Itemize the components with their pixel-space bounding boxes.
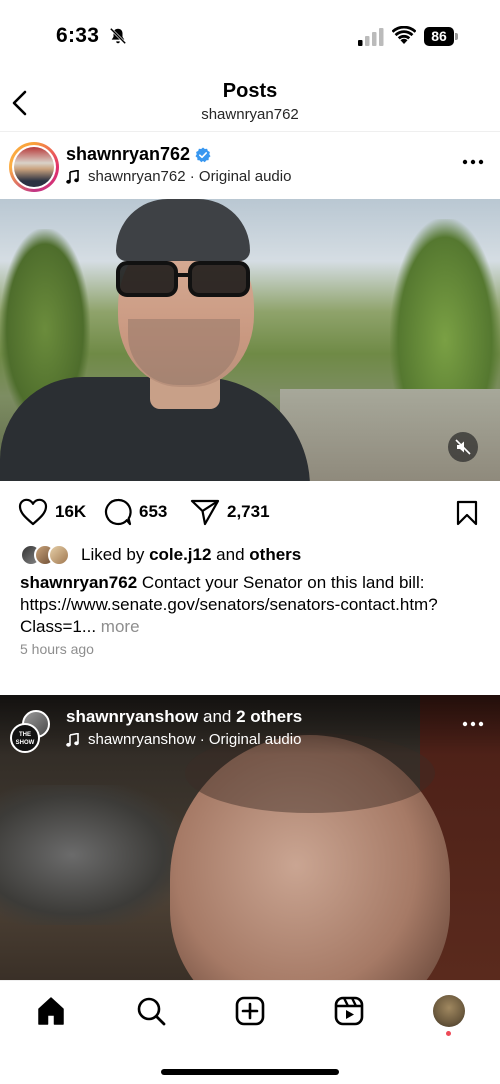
reels-icon[interactable]: [333, 995, 365, 1027]
comment-action[interactable]: 653: [104, 498, 167, 526]
page-title: Posts: [222, 80, 278, 102]
music-note-icon: [66, 169, 79, 184]
page-subtitle: shawnryan762: [201, 106, 299, 123]
bell-off-icon: [109, 27, 127, 45]
status-time: 6:33: [56, 24, 100, 47]
battery-icon: 86: [424, 27, 458, 46]
liked-by-others[interactable]: others: [249, 545, 301, 565]
post-timestamp: 5 hours ago: [20, 641, 94, 657]
post-header: shawnryan762 shawnryan762 · Original aud…: [0, 138, 500, 198]
status-bar: 6:33 86: [0, 0, 500, 74]
likes-count: 16K: [55, 502, 87, 521]
like-action[interactable]: 16K: [18, 498, 86, 526]
liked-by-and: and: [216, 545, 245, 564]
heart-icon[interactable]: [18, 498, 48, 526]
caption-username[interactable]: shawnryan762: [20, 573, 137, 592]
mute-icon: [455, 439, 471, 455]
share-action[interactable]: 2,731: [190, 498, 270, 526]
profile-avatar[interactable]: [433, 995, 465, 1027]
audio-label-2: shawnryanshow · Original audio: [88, 731, 302, 748]
home-indicator: [161, 1069, 339, 1075]
comments-count: 653: [139, 502, 168, 521]
show-avatar[interactable]: THE SHOW: [10, 723, 40, 753]
music-note-icon: [66, 732, 79, 747]
story-ring[interactable]: [9, 142, 59, 192]
more-icon[interactable]: [462, 720, 484, 728]
verified-icon: [195, 147, 211, 162]
shares-count: 2,731: [227, 502, 270, 521]
avatar[interactable]: [12, 145, 56, 189]
post-video[interactable]: [0, 199, 500, 481]
collab-others[interactable]: 2 others: [236, 707, 302, 726]
caption-more-link[interactable]: more: [101, 617, 140, 636]
liked-by-avatars: [20, 544, 74, 566]
search-icon[interactable]: [135, 995, 167, 1027]
collab-and: and: [198, 707, 237, 726]
post-username[interactable]: shawnryan762: [66, 144, 190, 165]
notification-dot: [446, 1031, 451, 1036]
post-header-2: THE SHOW shawnryanshow and 2 others shaw…: [0, 703, 500, 753]
post-caption: shawnryan762 Contact your Senator on thi…: [20, 572, 482, 638]
audio-row[interactable]: shawnryan762 · Original audio: [66, 168, 291, 185]
battery-level: 86: [424, 27, 454, 46]
wifi-icon: [392, 26, 416, 44]
audio-label: shawnryan762 · Original audio: [88, 168, 292, 185]
post-video-2[interactable]: THE SHOW shawnryanshow and 2 others shaw…: [0, 695, 500, 980]
audio-row-2[interactable]: shawnryanshow · Original audio: [66, 731, 301, 748]
tab-bar: [0, 980, 500, 1084]
signal-icon: [358, 28, 384, 46]
post-usernames-2[interactable]: shawnryanshow and 2 others: [66, 707, 302, 727]
mute-button[interactable]: [448, 432, 478, 462]
liked-by-prefix: Liked by: [81, 545, 145, 564]
post-actions: 16K 653 2,731: [0, 496, 500, 532]
nav-header: Posts shawnryan762: [0, 74, 500, 132]
bookmark-icon[interactable]: [456, 500, 478, 526]
home-icon[interactable]: [35, 995, 67, 1027]
liked-by-user[interactable]: cole.j12: [149, 545, 211, 565]
share-icon[interactable]: [190, 498, 220, 526]
liked-by-row[interactable]: Liked by cole.j12 and others: [20, 544, 301, 566]
more-icon[interactable]: [462, 158, 484, 166]
create-icon[interactable]: [234, 995, 266, 1027]
comment-icon[interactable]: [104, 498, 132, 526]
username-row: shawnryan762: [66, 144, 211, 165]
post-username-2[interactable]: shawnryanshow: [66, 707, 198, 726]
